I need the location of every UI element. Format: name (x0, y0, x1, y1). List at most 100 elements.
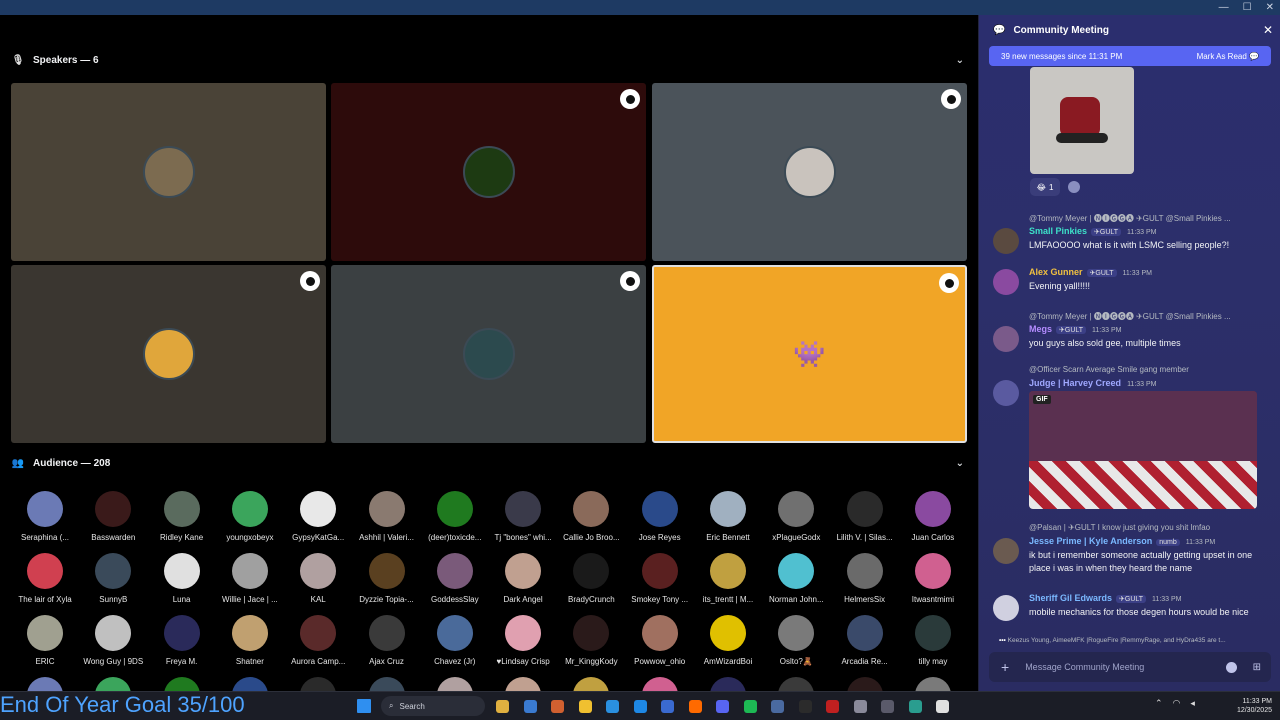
minimize-button[interactable]: — (1219, 2, 1229, 13)
tile-menu-icon[interactable] (939, 273, 959, 293)
audience-member[interactable]: tilly may (898, 615, 968, 666)
audience-member[interactable]: ♥Lindsay Crisp (488, 615, 558, 666)
audience-member[interactable]: Eric Bennett (693, 491, 763, 542)
avatar[interactable] (505, 677, 542, 691)
wifi-icon[interactable]: ◠ (1173, 698, 1181, 709)
audience-member[interactable]: KAL (283, 553, 353, 604)
audience-member[interactable]: Lilith V. | Silas... (830, 491, 900, 542)
message-avatar[interactable] (993, 326, 1019, 352)
reply-reference[interactable]: @Tommy Meyer | 🅝🅘🅖🅖🅐 ✈GULT @Small Pinkie… (1029, 213, 1231, 224)
message-author[interactable]: Megs ✈GULT 11:33 PM (1029, 324, 1121, 334)
chevron-up-icon[interactable]: ⌃ (1155, 698, 1163, 709)
tile-menu-icon[interactable] (620, 89, 640, 109)
clock[interactable]: 11:33 PM 12/30/2025 (1226, 697, 1272, 715)
audience-member[interactable]: Luna (147, 553, 217, 604)
apps-icon[interactable]: ⊞ (1253, 662, 1261, 673)
mark-as-read-button[interactable]: Mark As Read 💬 (1197, 52, 1259, 61)
audience-member[interactable]: Jose Reyes (625, 491, 695, 542)
audience-member[interactable]: its_trentt | M... (693, 553, 763, 604)
taskbar-app-icon[interactable] (908, 700, 922, 713)
avatar[interactable] (368, 677, 405, 691)
tile-menu-icon[interactable] (300, 271, 320, 291)
audience-member[interactable]: Willie | Jace | ... (215, 553, 285, 604)
audience-member[interactable]: Oslto?🧸 (761, 615, 831, 666)
taskbar-app-icon[interactable] (826, 700, 839, 713)
tile-menu-icon[interactable] (620, 271, 640, 291)
taskbar-app-icon[interactable] (578, 700, 592, 713)
start-icon[interactable] (357, 699, 371, 713)
avatar[interactable] (436, 677, 473, 691)
audience-header[interactable]: 👥 Audience — 208 ⌄ (0, 451, 978, 475)
message-author[interactable]: Alex Gunner ✈GULT 11:33 PM (1029, 267, 1152, 277)
message-author[interactable]: Jesse Prime | Kyle Anderson numb 11:33 PM (1029, 536, 1215, 546)
taskbar-app-icon[interactable] (743, 700, 757, 713)
audience-member[interactable]: Arcadia Re... (830, 615, 900, 666)
speaker-tile[interactable] (652, 83, 967, 261)
avatar[interactable] (163, 677, 200, 691)
audience-member[interactable]: Powwow_ohio (625, 615, 695, 666)
volume-icon[interactable]: ◂ (1190, 698, 1195, 709)
emoji-icon[interactable] (1225, 661, 1237, 673)
speaker-tile[interactable] (331, 265, 646, 443)
add-attachment-icon[interactable]: + (1001, 659, 1009, 675)
message-input[interactable]: Message Community Meeting (1025, 662, 1225, 672)
speaker-tile[interactable] (11, 83, 326, 261)
taskbar-app-icon[interactable] (936, 700, 949, 713)
audience-member[interactable]: Chavez (Jr) (420, 615, 490, 666)
audience-member[interactable]: Aurora Camp... (283, 615, 353, 666)
message-avatar[interactable] (993, 595, 1019, 621)
audience-member[interactable]: Itwasntmimi (898, 553, 968, 604)
audience-member[interactable]: Ajax Cruz (352, 615, 422, 666)
reaction-chip[interactable]: 😂 1 (1030, 178, 1060, 196)
audience-member[interactable]: Basswarden (78, 491, 148, 542)
audience-member[interactable]: HelmersSix (830, 553, 900, 604)
avatar[interactable] (573, 677, 610, 691)
audience-member[interactable]: Callie Jo Broo... (556, 491, 626, 542)
audience-member[interactable]: Ashhil | Valeri... (352, 491, 422, 542)
audience-member[interactable]: Tj "bones" whi... (488, 491, 558, 542)
speaker-tile[interactable] (331, 83, 646, 261)
taskbar-app-icon[interactable] (523, 700, 537, 713)
audience-member[interactable]: Freya M. (147, 615, 217, 666)
audience-member[interactable]: Norman John... (761, 553, 831, 604)
taskbar-app-icon[interactable] (661, 700, 674, 713)
taskbar-app-icon[interactable] (551, 700, 564, 713)
audience-member[interactable]: GoddessSlay (420, 553, 490, 604)
speaker-tile[interactable] (11, 265, 326, 443)
audience-member[interactable]: youngxobeyx (215, 491, 285, 542)
close-icon[interactable]: ✕ (1263, 23, 1273, 37)
avatar[interactable] (846, 677, 883, 691)
message-avatar[interactable] (993, 538, 1019, 564)
taskbar-app-icon[interactable] (633, 700, 647, 713)
audience-member[interactable]: AmWizardBoi (693, 615, 763, 666)
avatar[interactable] (231, 677, 268, 691)
avatar[interactable] (95, 677, 132, 691)
avatar[interactable] (914, 677, 951, 691)
taskbar-app-icon[interactable] (853, 700, 867, 713)
audience-member[interactable]: Juan Carlos (898, 491, 968, 542)
chevron-down-icon[interactable]: ⌄ (956, 55, 964, 66)
audience-member[interactable]: Wong Guy | 9DS (78, 615, 148, 666)
taskbar-app-icon[interactable] (798, 700, 812, 713)
chevron-down-icon[interactable]: ⌄ (956, 458, 964, 469)
audience-member[interactable]: BradyCrunch (556, 553, 626, 604)
reply-reference[interactable]: @Tommy Meyer | 🅝🅘🅖🅖🅐 ✈GULT @Small Pinkie… (1029, 311, 1231, 322)
speaker-tile[interactable]: 👾 (652, 265, 967, 443)
new-messages-bar[interactable]: 39 new messages since 11:31 PM Mark As R… (989, 46, 1271, 66)
taskbar-search[interactable]: ⌕ Search (381, 696, 485, 716)
audience-member[interactable]: SunnyB (78, 553, 148, 604)
add-reaction-icon[interactable] (1068, 181, 1080, 193)
tile-menu-icon[interactable] (941, 89, 961, 109)
audience-member[interactable]: Ridley Kane (147, 491, 217, 542)
attached-image[interactable] (1030, 67, 1134, 174)
avatar[interactable] (641, 677, 678, 691)
gif-attachment[interactable]: GIF (1029, 391, 1257, 509)
taskbar-app-icon[interactable] (771, 700, 784, 713)
audience-member[interactable]: Seraphina (... (10, 491, 80, 542)
message-author[interactable]: Small Pinkies ✈GULT 11:33 PM (1029, 226, 1157, 236)
speakers-header[interactable]: 🎙 Speakers — 6 ⌄ (0, 48, 978, 72)
taskbar-app-icon[interactable] (716, 700, 729, 713)
avatar[interactable] (300, 677, 337, 691)
message-author[interactable]: Judge | Harvey Creed 11:33 PM (1029, 378, 1157, 388)
message-composer[interactable]: + Message Community Meeting ⊞ (989, 652, 1271, 682)
